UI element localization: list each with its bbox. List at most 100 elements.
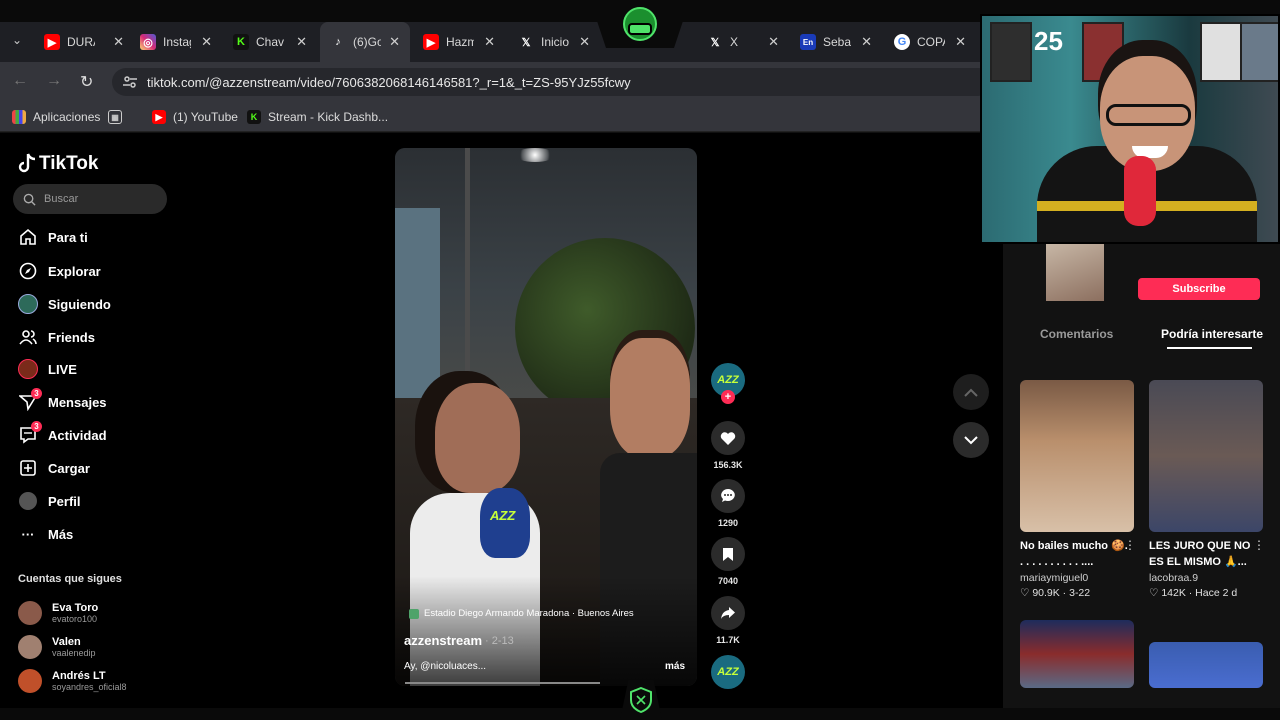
recommended-video-card[interactable]: LES JURO QUE NO ES EL MISMO 🙏... ⋮ lacob… [1149, 380, 1265, 599]
tab-5[interactable]: ▶ Hazm ✕ [423, 22, 495, 62]
like-button[interactable]: 156.3K [708, 421, 748, 470]
bookmark-icon [723, 547, 733, 561]
channel-avatar[interactable]: AZZ + [708, 363, 748, 404]
video-thumbnail[interactable] [1149, 380, 1263, 532]
nav-label: Siguiendo [48, 296, 111, 312]
subscribe-button[interactable]: Subscribe [1138, 278, 1260, 300]
video-username[interactable]: azzenstream [404, 633, 482, 648]
nav-perfil[interactable]: Perfil [18, 490, 81, 512]
nav-cargar[interactable]: Cargar [18, 457, 90, 479]
search-placeholder: Buscar [44, 193, 79, 205]
sound-avatar[interactable]: AZZ [708, 655, 748, 689]
tiktok-logo[interactable]: TikTok [18, 153, 98, 175]
nav-mensajes[interactable]: 3 Mensajes [18, 388, 107, 413]
card-user[interactable]: lacobraa.9 [1149, 572, 1263, 584]
upload-icon [18, 458, 38, 478]
back-arrow-icon[interactable]: ← [12, 72, 28, 90]
chevron-down-icon [964, 435, 978, 444]
card-title: No bailes mucho 🍪. . . . . . . . . . . .… [1020, 540, 1128, 568]
recommended-video-card[interactable] [1149, 642, 1263, 688]
close-icon[interactable]: ✕ [484, 34, 495, 50]
bookmark-youtube[interactable]: ▶ (1) YouTube [152, 110, 238, 124]
tab-list-chevron-icon[interactable]: ⌄ [12, 33, 22, 47]
home-icon [18, 227, 38, 247]
grid-icon[interactable]: ▦ [108, 110, 129, 124]
nav-explorar[interactable]: Explorar [18, 260, 101, 282]
nav-friends[interactable]: Friends [18, 326, 95, 348]
tab-9[interactable]: G COPA ✕ [894, 22, 966, 62]
live-icon [18, 359, 38, 379]
close-icon[interactable]: ✕ [296, 34, 307, 50]
card-stats: ♡ 142K · Hace 2 d [1149, 587, 1238, 599]
next-video-button[interactable] [953, 422, 989, 458]
site-settings-icon[interactable] [122, 74, 138, 90]
caption-more-link[interactable]: más [665, 661, 685, 672]
close-icon[interactable]: ✕ [201, 34, 212, 50]
more-options-icon[interactable]: ⋮ [1124, 538, 1136, 552]
brand-name: TikTok [39, 153, 99, 174]
nav-label: Friends [48, 329, 95, 345]
streamer-webcam: 25 [980, 14, 1280, 244]
nav-actividad[interactable]: 3 Actividad [18, 421, 107, 446]
profile-icon [18, 491, 38, 511]
close-icon[interactable]: ✕ [113, 34, 124, 50]
tab-6[interactable]: 𝕏 Inicio ✕ [518, 22, 590, 62]
video-player[interactable]: AZZ Estadio Diego Armando Maradona · Bue… [395, 148, 697, 686]
close-icon[interactable]: ✕ [579, 34, 590, 50]
save-button[interactable]: 7040 [708, 537, 748, 586]
search-input[interactable]: Buscar [13, 184, 167, 214]
more-options-icon[interactable]: ⋮ [1253, 538, 1265, 552]
following-account[interactable]: Valen vaalenedip [18, 632, 96, 662]
previous-video-button[interactable] [953, 374, 989, 410]
creator-thumbnail[interactable] [1046, 241, 1104, 301]
share-count: 11.7K [716, 635, 740, 645]
close-icon[interactable]: ✕ [768, 34, 779, 50]
close-icon[interactable]: ✕ [861, 34, 872, 50]
nav-siguiendo[interactable]: Siguiendo [18, 293, 111, 315]
video-location[interactable]: Estadio Diego Armando Maradona · Buenos … [409, 608, 634, 619]
microphone-icon [480, 488, 530, 558]
tab-label: Chave [256, 35, 284, 49]
follow-plus-icon[interactable]: + [721, 390, 735, 404]
nav-label: Actividad [48, 427, 107, 443]
streamer-logo-icon [590, 0, 690, 48]
video-thumbnail[interactable] [1149, 642, 1263, 688]
tab-1[interactable]: ▶ DURA ✕ [44, 22, 124, 62]
tab-2[interactable]: ◎ Instag ✕ [140, 22, 212, 62]
video-progress-bar[interactable] [405, 682, 600, 684]
tab-7[interactable]: 𝕏 X ✕ [707, 22, 779, 62]
nav-para-ti[interactable]: Para ti [18, 226, 88, 248]
bookmark-apps[interactable]: Aplicaciones [12, 110, 100, 124]
account-handle: evatoro100 [52, 614, 98, 624]
bookmark-kick[interactable]: K Stream - Kick Dashb... [247, 110, 388, 124]
activity-icon: 3 [18, 421, 42, 445]
share-button[interactable]: 11.7K [708, 596, 748, 645]
close-icon[interactable]: ✕ [389, 34, 400, 50]
tab-4-active[interactable]: ♪ (6)Go ✕ [320, 22, 410, 62]
card-stats: ♡ 90.9K · 3-22 [1020, 587, 1091, 599]
location-icon [409, 608, 419, 619]
tab-podria-interesarte[interactable]: Podría interesarte [1161, 327, 1263, 341]
reload-icon[interactable]: ↻ [80, 72, 93, 92]
recommended-video-card[interactable] [1020, 620, 1134, 688]
tab-8[interactable]: En Seba ✕ [800, 22, 872, 62]
nav-label: Mensajes [48, 394, 107, 410]
forward-arrow-icon[interactable]: → [46, 72, 62, 90]
tab-label: Inicio [541, 35, 569, 49]
youtube-icon: ▶ [44, 34, 60, 50]
close-icon[interactable]: ✕ [955, 34, 966, 50]
following-account[interactable]: Andrés LT soyandres_oficial8 [18, 666, 127, 696]
tab-3[interactable]: K Chave ✕ [233, 22, 307, 62]
address-bar[interactable]: tiktok.com/@azzenstream/video/7606382068… [112, 68, 992, 96]
comment-button[interactable]: 1290 [708, 479, 748, 528]
card-user[interactable]: mariaymiguel0 [1020, 572, 1134, 584]
nav-live[interactable]: LIVE [18, 358, 77, 380]
nav-mas[interactable]: ··· Más [18, 523, 74, 545]
video-thumbnail[interactable] [1020, 380, 1134, 532]
following-account[interactable]: Eva Toro evatoro100 [18, 598, 98, 628]
video-thumbnail[interactable] [1020, 620, 1134, 688]
instagram-icon: ◎ [140, 34, 156, 50]
recommended-video-card[interactable]: No bailes mucho 🍪. . . . . . . . . . . .… [1020, 380, 1136, 599]
tab-label: Hazm [446, 35, 474, 49]
tab-comentarios[interactable]: Comentarios [1040, 327, 1113, 341]
